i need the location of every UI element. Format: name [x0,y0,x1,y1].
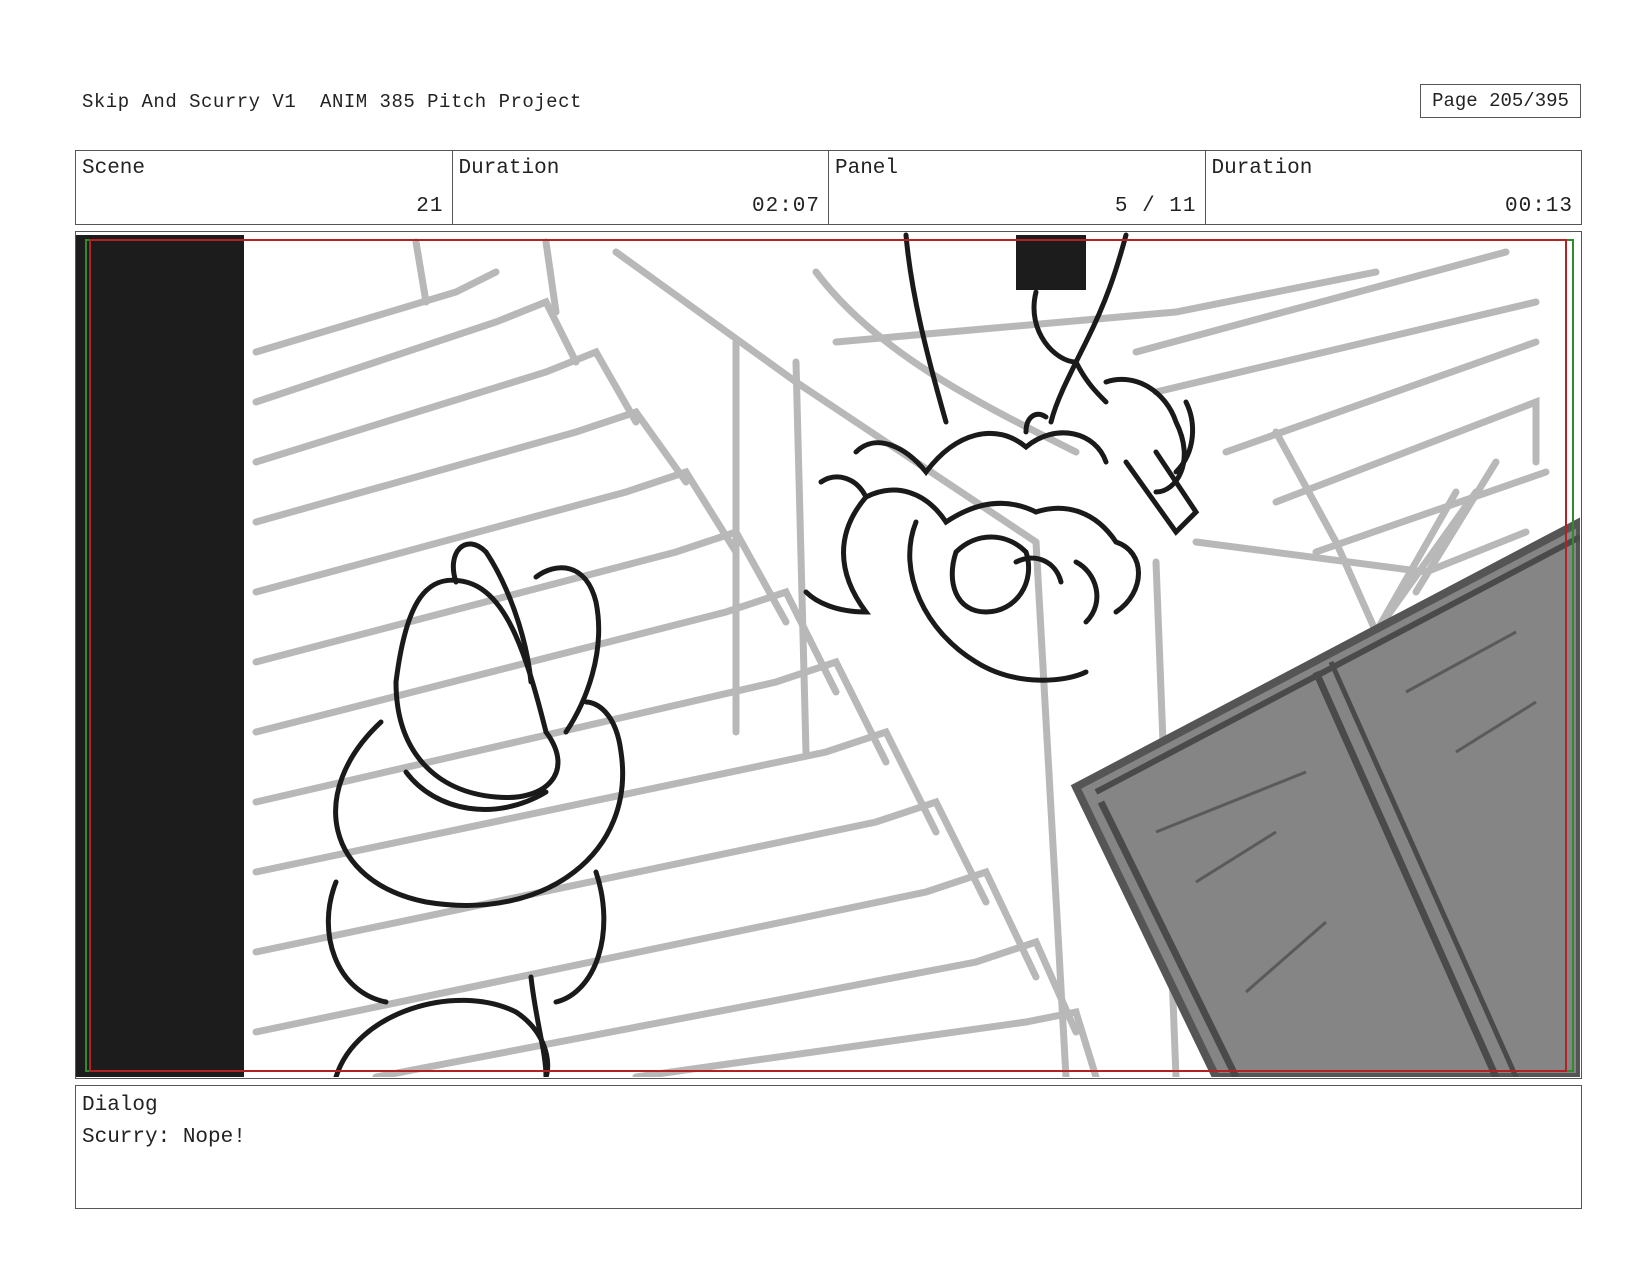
storyboard-sketch [76,232,1580,1077]
page-indicator: Page 205/395 [1420,84,1581,118]
panel-label: Panel [835,157,899,180]
dialog-box: Dialog Scurry: Nope! [75,1085,1582,1209]
panel-duration-value: 00:13 [1504,195,1573,218]
panel-info-row: Scene 21 Duration 02:07 Panel 5 / 11 Dur… [75,150,1582,225]
dark-sleeve [1016,235,1086,290]
dialog-text: Scurry: Nope! [82,1126,246,1149]
scene-duration-cell: Duration 02:07 [453,151,829,224]
dialog-label: Dialog [82,1094,158,1117]
scene-label: Scene [82,157,146,180]
hat-character-sketch [325,541,626,1077]
project-title: Skip And Scurry V1 ANIM 385 Pitch Projec… [82,91,582,113]
crate-sketch [1070,517,1580,1077]
panel-cell: Panel 5 / 11 [829,151,1206,224]
falling-character-sketch [803,232,1200,683]
panel-duration-label: Duration [1211,157,1313,180]
scene-cell: Scene 21 [76,151,453,224]
panel-duration-cell: Duration 00:13 [1206,151,1582,224]
black-bar [76,235,244,1077]
scene-value: 21 [416,195,444,218]
storyboard-panel [75,231,1582,1079]
scene-duration-value: 02:07 [751,195,820,218]
panel-value: 5 / 11 [1114,195,1197,218]
scene-duration-label: Duration [458,157,560,180]
